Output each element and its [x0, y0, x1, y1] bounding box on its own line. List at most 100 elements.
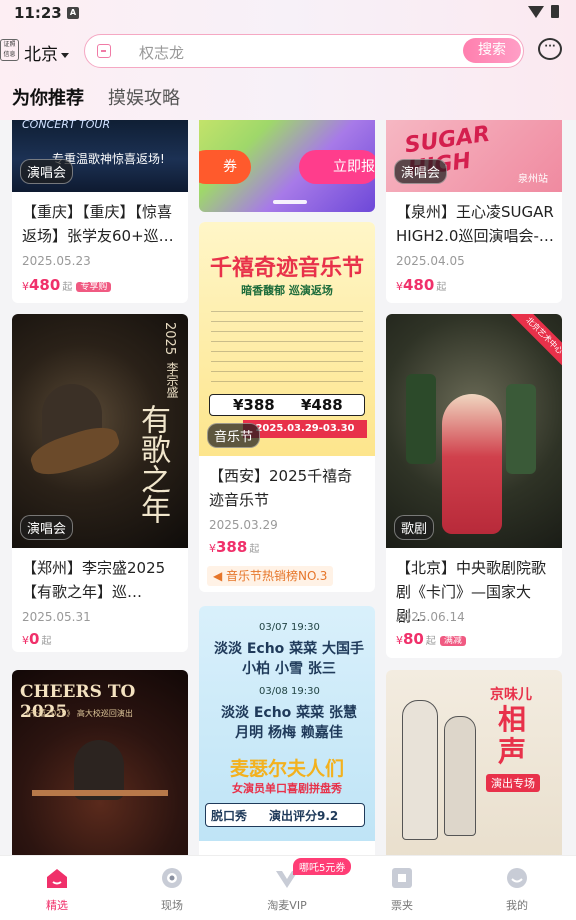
event-card[interactable]: 千禧奇迹音乐节 暗香馥郁 巡演返场 ¥388 ¥488 2025.03.29-0… — [199, 222, 375, 592]
poster-subtitle: 暗香馥郁 巡演返场 — [241, 284, 333, 297]
event-title: 【郑州】李宗盛2025【有歌之年】巡… — [22, 559, 166, 601]
city-selector[interactable]: 北京 — [24, 40, 69, 65]
event-card[interactable]: 京味儿 相声 演出专场 — [386, 670, 562, 855]
search-button[interactable]: 搜索 — [463, 38, 521, 63]
content-tabs: 为你推荐 摸娱攻略 — [0, 84, 576, 114]
event-card[interactable]: 03/07 19:30 淡淡 Echo 菜菜 大国手 小柏 小雪 张三 03/0… — [199, 606, 375, 855]
tab-label: 淘麦VIP — [267, 899, 307, 912]
event-price: ¥388 起 — [209, 538, 260, 556]
poster-subtitle: 《千禧2025》 高大校巡回演出 — [22, 709, 133, 718]
hot-rank-badge: ◀ 音乐节热销榜NO.3 — [207, 566, 334, 586]
category-tag: 演唱会 — [394, 159, 448, 184]
event-poster: CHEERS TO 2025 《千禧2025》 高大校巡回演出 — [12, 670, 188, 855]
poster-title: 有歌之年 — [135, 404, 170, 524]
wifi-icon — [528, 6, 544, 18]
tab-label: 我的 — [506, 899, 528, 912]
event-card[interactable]: CHEERS TO 2025 《千禧2025》 高大校巡回演出 — [12, 670, 188, 855]
poster-line: 淡淡 Echo 菜菜 大国手 — [213, 641, 365, 657]
event-poster: 千禧奇迹音乐节 暗香馥郁 巡演返场 ¥388 ¥488 2025.03.29-0… — [199, 222, 375, 456]
poster-line: 03/07 19:30 — [259, 622, 320, 633]
recommend-feed[interactable]: CONCERT TOUR 专重温歌神惊喜返场! 演唱会 【重庆】【重庆】【惊喜返… — [0, 120, 576, 855]
poster-category: 脱口秀 — [211, 809, 248, 823]
poster-line: 03/08 19:30 — [259, 686, 320, 697]
corner-ribbon: 北京艺术中心 — [510, 314, 562, 370]
tab-recommend[interactable]: 为你推荐 — [12, 84, 84, 110]
poster-city: 泉州站 — [518, 174, 548, 185]
promo-banner: 券 立即报 — [199, 120, 375, 212]
tab-live[interactable]: 现场 — [132, 856, 212, 920]
tab-label: 票夹 — [391, 899, 413, 912]
event-price: ¥480 起 — [396, 276, 447, 294]
banner-card[interactable]: 券 立即报 — [199, 120, 375, 212]
banner-left-button[interactable]: 券 — [199, 150, 251, 184]
event-poster: 2025 李宗盛 有歌之年 演唱会 — [12, 314, 188, 548]
event-price: ¥80 起满减 — [396, 630, 466, 648]
chat-bubble-icon[interactable]: ··· — [538, 38, 562, 60]
category-tag: 歌剧 — [394, 515, 435, 540]
category-tag: 演唱会 — [20, 515, 74, 540]
event-poster: 北京艺术中心 歌剧 — [386, 314, 562, 548]
event-card[interactable]: 北京艺术中心 歌剧 【北京】中央歌剧院歌剧《卡门》—国家大剧… 2025.06.… — [386, 314, 562, 658]
event-date: 2025.04.05 — [396, 254, 465, 268]
event-price: ¥0 起 — [22, 630, 52, 648]
speaker-icon: ◀ — [213, 569, 227, 583]
profile-icon — [504, 866, 530, 890]
category-tag: 音乐节 — [207, 423, 261, 448]
poster-artist: 李宗盛 — [165, 362, 179, 398]
poster-title: 麦瑟尔夫人们 — [229, 758, 344, 780]
poster-subtitle: 演出专场 — [486, 774, 540, 792]
tab-guides[interactable]: 摸娱攻略 — [108, 84, 180, 110]
event-date: 2025.03.29 — [209, 518, 278, 532]
a-app-icon: A — [67, 7, 79, 19]
banner-right-button[interactable]: 立即报 — [299, 150, 375, 184]
tab-label: 精选 — [46, 899, 68, 912]
promo-badge: 专享购 — [76, 282, 112, 292]
caret-down-icon — [61, 52, 69, 58]
event-title: 【重庆】【重庆】【惊喜返场】张学友60+巡… — [22, 203, 174, 245]
poster-line: 月明 杨梅 赖嘉佳 — [235, 725, 343, 741]
search-input[interactable]: 权志龙 — [139, 42, 184, 63]
tab-profile[interactable]: 我的 — [477, 856, 557, 920]
live-eye-icon — [159, 866, 185, 890]
poster-subtitle: 女演员单口喜剧拼盘秀 — [232, 782, 342, 795]
poster-year: 2025 — [162, 322, 177, 356]
search-row: 证照信息 北京 权志龙 搜索 ··· — [0, 32, 576, 70]
poster-line: 小柏 小雪 张三 — [242, 661, 336, 677]
bottom-tab-bar: 精选 现场 淘麦VIP 哪吒5元券 票夹 我的 — [0, 855, 576, 920]
poster-title: 千禧奇迹音乐节 — [209, 256, 364, 281]
poster-top: 京味儿 — [490, 687, 532, 703]
event-poster: 京味儿 相声 演出专场 — [386, 670, 562, 855]
event-title: 【泉州】王心凌SUGAR HIGH2.0巡回演唱会-… — [396, 203, 554, 245]
status-bar: 11:23 A — [0, 0, 576, 26]
license-info-button[interactable]: 证照信息 — [0, 39, 19, 61]
tab-home[interactable]: 精选 — [17, 856, 97, 920]
vip-coupon-badge: 哪吒5元券 — [293, 858, 352, 875]
status-time: 11:23 — [14, 4, 62, 22]
event-title: 【西安】2025千禧奇迹音乐节 — [209, 467, 353, 509]
poster-title: 相声 — [498, 703, 527, 768]
event-card[interactable]: 2025 李宗盛 有歌之年 演唱会 【郑州】李宗盛2025【有歌之年】巡… 20… — [12, 314, 188, 652]
poster-price-b: ¥488 — [301, 396, 343, 414]
event-card[interactable]: CONCERT TOUR 专重温歌神惊喜返场! 演唱会 【重庆】【重庆】【惊喜返… — [12, 120, 188, 303]
event-poster: CONCERT TOUR 专重温歌神惊喜返场! 演唱会 — [12, 120, 188, 192]
promo-badge: 满减 — [439, 636, 466, 646]
search-box[interactable]: 权志龙 搜索 — [84, 34, 524, 68]
city-label: 北京 — [24, 45, 58, 65]
tab-tickets[interactable]: 票夹 — [362, 856, 442, 920]
poster-price-a: ¥388 — [233, 396, 275, 414]
ticket-icon — [389, 866, 415, 890]
scan-icon[interactable] — [97, 44, 111, 58]
event-date: 2025.05.31 — [22, 610, 91, 624]
poster-date: 2025.03.29-03.30 — [243, 420, 367, 438]
event-poster: 03/07 19:30 淡淡 Echo 菜菜 大国手 小柏 小雪 张三 03/0… — [199, 606, 375, 841]
event-date: 2025.05.23 — [22, 254, 91, 268]
event-date: 2025.06.14 — [396, 610, 465, 624]
category-tag: 演唱会 — [20, 159, 74, 184]
event-card[interactable]: SUGAR HIGH 泉州站 演唱会 【泉州】王心凌SUGAR HIGH2.0巡… — [386, 120, 562, 303]
poster-line: 淡淡 Echo 菜菜 张慧 — [220, 705, 358, 721]
event-poster: SUGAR HIGH 泉州站 演唱会 — [386, 120, 562, 192]
battery-icon — [551, 5, 559, 18]
home-icon — [44, 866, 70, 890]
tab-label: 现场 — [161, 899, 183, 912]
event-price: ¥480 起专享购 — [22, 276, 112, 294]
